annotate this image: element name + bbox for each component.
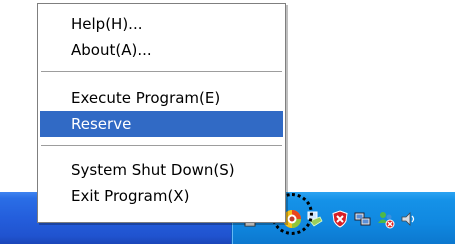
users-status-icon[interactable]: [376, 209, 396, 229]
context-menu: Help(H)... About(A)... Execute Program(E…: [37, 3, 286, 223]
sound-icon[interactable]: [399, 209, 419, 229]
menu-separator: [41, 71, 282, 73]
menu-item-reserve[interactable]: Reserve: [40, 111, 283, 137]
menu-item-system-shut-down[interactable]: System Shut Down(S): [40, 157, 283, 183]
menu-separator: [41, 145, 282, 147]
menu-item-help[interactable]: Help(H)...: [40, 11, 283, 37]
windows-messenger-icon[interactable]: [353, 209, 373, 229]
menu-item-exit-program[interactable]: Exit Program(X): [40, 183, 283, 209]
security-shield-icon[interactable]: [330, 209, 350, 229]
menu-item-about[interactable]: About(A)...: [40, 37, 283, 63]
menu-item-execute-program[interactable]: Execute Program(E): [40, 85, 283, 111]
